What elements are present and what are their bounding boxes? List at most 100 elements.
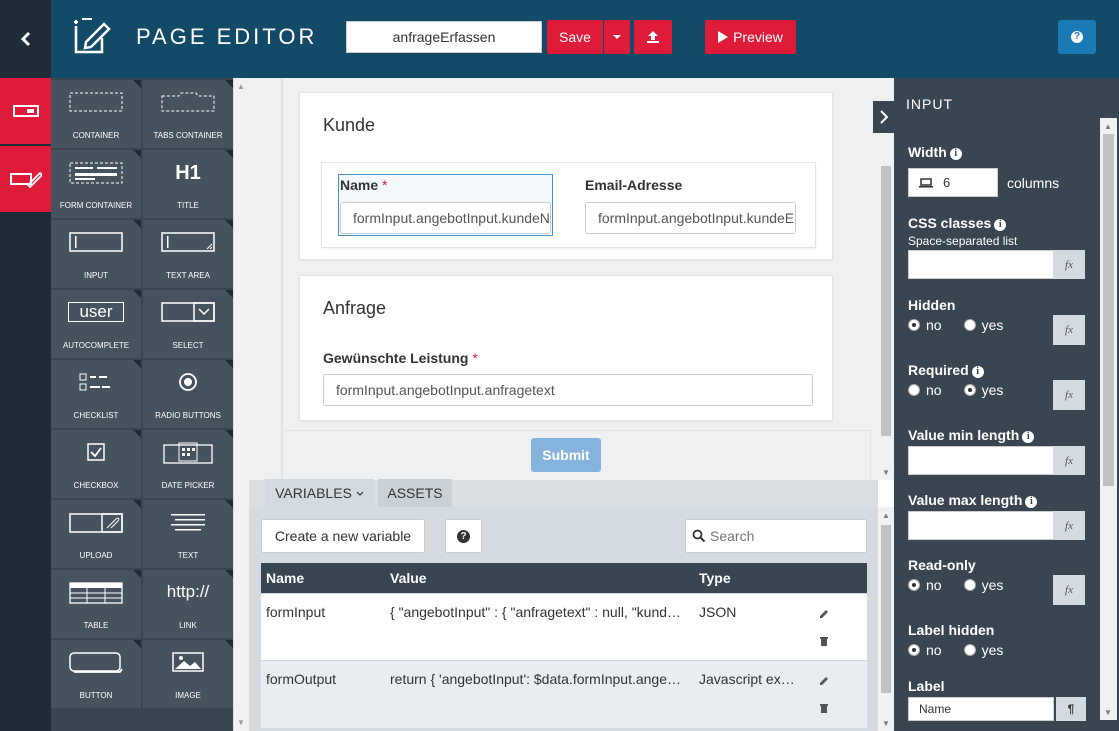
pencil-icon[interactable] (819, 675, 830, 686)
search-placeholder: Search (710, 528, 755, 544)
palette-item-input[interactable]: INPUT (51, 220, 141, 288)
save-options-button[interactable] (604, 20, 630, 54)
palette-item-select[interactable]: SELECT (143, 290, 233, 358)
rail-tab-widgets[interactable] (0, 78, 51, 144)
service-input[interactable]: formInput.angebotInput.anfragetext (323, 374, 813, 406)
palette-item-label: DATE PICKER (161, 481, 215, 490)
palette-item-text-area[interactable]: TEXT AREA (143, 220, 233, 288)
width-input[interactable]: 6 (908, 168, 998, 197)
submit-button[interactable]: Submit (531, 438, 601, 472)
readonly-radio-group[interactable]: no yes (908, 577, 1003, 593)
variable-search-input[interactable]: Search (685, 519, 867, 553)
canvas-scrollbar[interactable]: ▼ (878, 78, 894, 480)
collapse-panel-button[interactable] (873, 101, 894, 133)
palette-item-label: CHECKLIST (73, 411, 119, 420)
autocomplete-icon: user (51, 302, 141, 322)
pencil-icon[interactable] (819, 608, 830, 619)
page-name-input[interactable]: anfrageErfassen (346, 21, 542, 53)
palette-item-image[interactable]: IMAGE (143, 640, 233, 708)
paragraph-icon[interactable]: ¶ (1056, 697, 1086, 721)
palette-item-radio-buttons[interactable]: RADIO BUTTONS (143, 360, 233, 428)
palette-item-table[interactable]: TABLE (51, 570, 141, 638)
rail-tab-editor[interactable] (0, 146, 51, 212)
chevron-down-icon (356, 491, 364, 496)
name-input[interactable]: formInput.angebotInput.kundeName (340, 202, 551, 234)
min-length-fx-button[interactable]: fx (1053, 446, 1085, 475)
palette-item-label: BUTTON (79, 691, 113, 700)
tab-variables[interactable]: VARIABLES (265, 479, 374, 507)
palette-item-checklist[interactable]: CHECKLIST (51, 360, 141, 428)
palette-item-date-picker[interactable]: DATE PICKER (143, 430, 233, 498)
help-button[interactable]: ? (1058, 20, 1096, 54)
palette-item-checkbox[interactable]: CHECKBOX (51, 430, 141, 498)
palette-item-button[interactable]: BUTTON (51, 640, 141, 708)
radio-label-hidden-no[interactable] (908, 644, 920, 656)
back-button[interactable] (0, 0, 51, 78)
tab-variables-label: VARIABLES (275, 485, 352, 501)
palette-item-label: IMAGE (175, 691, 201, 700)
preview-label: Preview (733, 29, 783, 45)
radio-readonly-yes[interactable] (963, 579, 976, 591)
required-fx-button[interactable]: fx (1053, 380, 1085, 410)
info-icon: i (949, 148, 962, 160)
info-icon: i (1025, 496, 1038, 508)
palette-item-link[interactable]: http:// LINK (143, 570, 233, 638)
max-length-fx-button[interactable]: fx (1053, 511, 1085, 540)
trash-icon[interactable] (819, 703, 829, 714)
app-title: PAGE EDITOR (136, 24, 318, 49)
save-button[interactable]: Save (547, 20, 603, 54)
upload-icon (647, 31, 659, 43)
min-length-input[interactable] (908, 446, 1054, 475)
edit-form-icon (9, 171, 42, 189)
variables-scrollbar[interactable]: ▲ ▼ (878, 507, 894, 731)
info-icon: i (994, 219, 1007, 231)
export-button[interactable] (634, 20, 672, 54)
palette-item-form-container[interactable]: FORM CONTAINER (51, 150, 141, 218)
col-name: Name (266, 570, 305, 586)
service-label: Gewünschte Leistung * (323, 350, 478, 366)
readonly-fx-button[interactable]: fx (1053, 575, 1085, 605)
palette-scrollbar[interactable]: ▲ ▼ (233, 78, 249, 731)
link-icon: http:// (166, 582, 210, 601)
palette-item-label: LINK (179, 621, 197, 630)
variables-help-button[interactable]: ? (445, 519, 482, 553)
help-icon: ? (457, 529, 470, 543)
properties-scrollbar[interactable]: ▲ ▼ (1100, 118, 1117, 720)
required-radio-group[interactable]: no yes (908, 382, 1003, 398)
email-input[interactable]: formInput.angebotInput.kundeEmail (585, 202, 796, 234)
trash-icon[interactable] (819, 636, 829, 647)
label-hidden-radio-group[interactable]: no yes (908, 642, 1003, 658)
calendar-icon (143, 442, 233, 464)
palette-item-tabs-container[interactable]: TABS CONTAINER (143, 80, 233, 148)
label-input[interactable]: Name (908, 697, 1054, 721)
min-length-label: Value min length i (908, 427, 1035, 443)
preview-button[interactable]: Preview (705, 20, 796, 54)
hidden-radio-group[interactable]: no yes (908, 317, 1003, 333)
radio-hidden-yes[interactable] (963, 319, 976, 331)
css-fx-button[interactable]: fx (1053, 250, 1085, 279)
tab-assets[interactable]: ASSETS (378, 479, 452, 507)
palette-item-label: AUTOCOMPLETE (62, 341, 130, 350)
create-variable-button[interactable]: Create a new variable (261, 519, 425, 553)
table-row[interactable]: formOutput return { 'angebotInput': $dat… (261, 661, 867, 728)
palette-item-autocomplete[interactable]: user AUTOCOMPLETE (51, 290, 141, 358)
palette-item-text[interactable]: TEXT (143, 500, 233, 568)
max-length-input[interactable] (908, 511, 1054, 540)
radio-readonly-no[interactable] (908, 579, 920, 591)
radio-required-no[interactable] (908, 384, 920, 396)
help-icon: ? (1071, 31, 1083, 43)
radio-required-yes[interactable] (963, 384, 976, 396)
radio-label-hidden-yes[interactable] (963, 644, 976, 656)
palette-item-title[interactable]: H1 TITLE (143, 150, 233, 218)
css-classes-input[interactable] (908, 250, 1054, 279)
hidden-fx-button[interactable]: fx (1053, 315, 1085, 345)
palette-item-container[interactable]: CONTAINER (51, 80, 141, 148)
select-icon (143, 302, 233, 322)
palette-item-label: CONTAINER (72, 131, 120, 140)
radio-hidden-no[interactable] (908, 319, 920, 331)
palette-item-label: TITLE (177, 201, 199, 210)
upload-icon (51, 512, 141, 534)
palette-item-upload[interactable]: UPLOAD (51, 500, 141, 568)
table-row[interactable]: formInput { "angebotInput" : { "anfraget… (261, 594, 867, 661)
readonly-label: Read-only (908, 557, 976, 573)
